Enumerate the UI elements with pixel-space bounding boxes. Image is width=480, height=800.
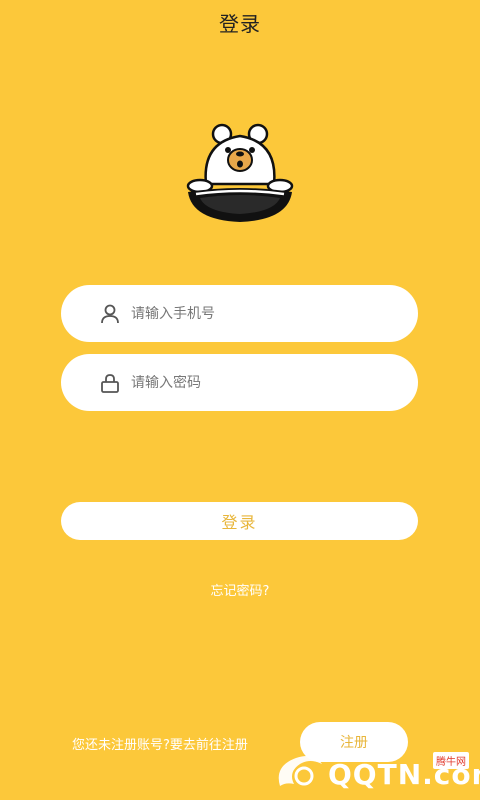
login-button[interactable]: 登录: [61, 502, 418, 540]
watermark-logo: QQTN.com 腾牛网: [270, 748, 480, 796]
password-input[interactable]: [131, 374, 371, 391]
phone-input-row[interactable]: [61, 285, 418, 342]
watermark-badge: 腾牛网: [433, 752, 469, 769]
lock-icon: [99, 372, 121, 394]
bear-mascot-icon: [186, 123, 294, 222]
page-title: 登录: [219, 12, 261, 36]
password-input-row[interactable]: [61, 354, 418, 411]
register-prompt: 您还未注册账号?要去前往注册: [72, 738, 248, 753]
watermark-swirl-icon: [278, 756, 322, 786]
forgot-password-link[interactable]: 忘记密码?: [0, 580, 480, 599]
login-screen: 登录 请输入手机号 登录 忘记密码? 您还未注册账号?要去前往注册 注册 QQT…: [0, 0, 480, 800]
user-icon: [99, 303, 121, 325]
phone-input[interactable]: [131, 305, 371, 322]
